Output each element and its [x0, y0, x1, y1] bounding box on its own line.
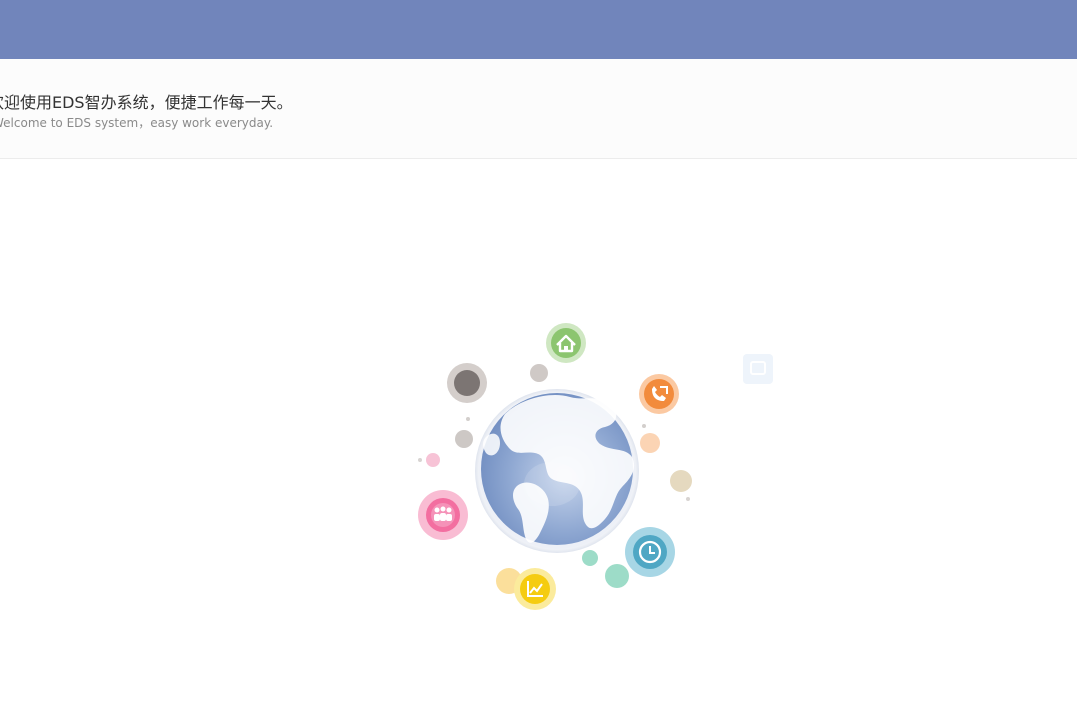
globe: [475, 389, 639, 553]
chart-icon: [514, 568, 556, 610]
welcome-title: 欢迎使用EDS智办系统，便捷工作每一天。: [0, 93, 293, 112]
main-content: [0, 159, 1077, 707]
welcome-subtitle: Welcome to EDS system，easy work everyday…: [0, 116, 274, 130]
phone-icon: [639, 374, 679, 414]
team-icon: [418, 490, 468, 540]
chat-icon: [743, 354, 773, 384]
top-header-bar: [0, 0, 1077, 59]
clock-icon: [625, 527, 675, 577]
welcome-panel: 欢迎使用EDS智办系统，便捷工作每一天。 Welcome to EDS syst…: [0, 59, 1077, 159]
home-icon: [546, 323, 586, 363]
record-icon: [447, 363, 487, 403]
globe-illustration: [418, 323, 773, 610]
